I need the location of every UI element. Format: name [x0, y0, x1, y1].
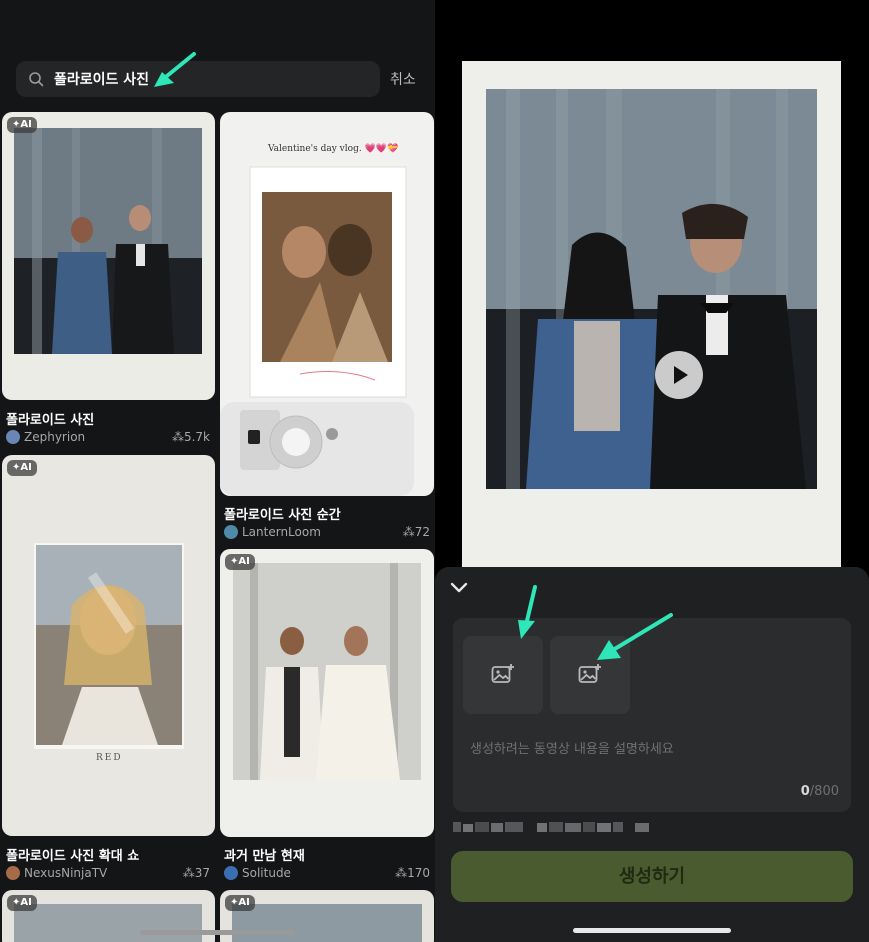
search-icon [29, 72, 44, 87]
add-image-button[interactable] [463, 636, 543, 714]
annotation-arrow [597, 613, 673, 660]
home-indicator [573, 928, 731, 933]
remix-count: ⁂72 [402, 525, 430, 539]
card-thumbnail [14, 904, 202, 942]
card-title: 폴라로이드 사진 확대 쇼 [6, 849, 140, 864]
result-card[interactable]: ✦AI [2, 112, 215, 400]
card-author: LanternLoom [224, 525, 321, 539]
remix-count: ⁂5.7k [171, 430, 210, 444]
annotation-arrow [154, 52, 196, 87]
avatar [6, 430, 20, 444]
prompt-input[interactable]: 생성하려는 동영상 내용을 설명하세요 [470, 738, 674, 757]
remix-count: ⁂170 [395, 866, 430, 880]
char-counter: 0/800 [801, 784, 839, 799]
ai-badge: ✦AI [225, 895, 255, 911]
thumbnail-caption: RED [96, 753, 123, 763]
result-card[interactable]: ✦AI RED [2, 455, 215, 836]
card-thumbnail [233, 563, 421, 780]
card-title: 과거 만남 현재 [224, 849, 305, 864]
card-thumbnail [232, 904, 422, 942]
author-name: Zephyrion [24, 430, 86, 444]
author-name: NexusNinjaTV [24, 866, 108, 880]
search-results-pane: 폴라로이드 사진 취소 ✦AI 폴라로이드 사진 Zephyrion ⁂5.7k [0, 0, 435, 942]
annotation-arrow [518, 585, 537, 639]
preview-image [486, 89, 817, 489]
generator-pane: 생성하려는 동영상 내용을 설명하세요 0/800 생성하기 [435, 0, 869, 942]
ai-badge: ✦AI [7, 895, 37, 911]
char-count: 0 [800, 784, 810, 799]
ai-badge: ✦AI [225, 554, 255, 570]
thumbnail-caption: Valentine's day vlog. 💗💗💝 [268, 144, 399, 154]
card-thumbnail [220, 166, 414, 496]
card-author: Zephyrion [6, 430, 85, 444]
blurred-text [453, 822, 649, 832]
card-thumbnail [14, 128, 202, 354]
card-author: NexusNinjaTV [6, 866, 107, 880]
chevron-down-icon[interactable] [449, 581, 469, 595]
result-card[interactable]: ✦AI [220, 549, 434, 837]
card-title: 폴라로이드 사진 순간 [224, 508, 341, 523]
avatar [224, 525, 238, 539]
home-indicator [140, 930, 295, 935]
ai-badge: ✦AI [7, 117, 37, 133]
author-name: Solitude [242, 866, 291, 880]
card-author: Solitude [224, 866, 291, 880]
video-preview[interactable] [462, 61, 841, 571]
card-title: 폴라로이드 사진 [6, 413, 95, 428]
result-card[interactable]: Valentine's day vlog. 💗💗💝 [220, 112, 434, 496]
remix-count: ⁂37 [182, 866, 210, 880]
cancel-button[interactable]: 취소 [390, 69, 416, 89]
char-limit: /800 [809, 784, 839, 799]
card-thumbnail [34, 543, 184, 749]
avatar [224, 866, 238, 880]
add-image-icon [578, 664, 601, 683]
play-icon[interactable] [655, 351, 703, 399]
generate-button[interactable]: 생성하기 [451, 851, 853, 902]
add-image-icon [491, 664, 514, 683]
author-name: LanternLoom [242, 525, 321, 539]
search-query[interactable]: 폴라로이드 사진 [54, 69, 149, 89]
avatar [6, 866, 20, 880]
ai-badge: ✦AI [7, 460, 37, 476]
